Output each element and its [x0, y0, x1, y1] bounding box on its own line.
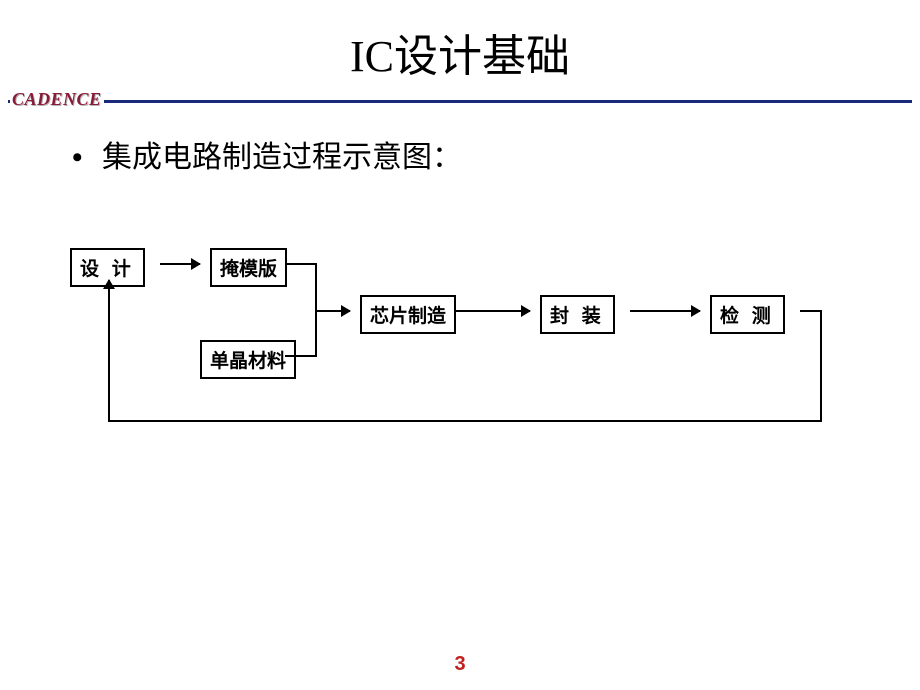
arrow-pack-test [630, 310, 700, 312]
line-material-out [285, 355, 317, 357]
title-divider [8, 100, 912, 103]
arrow-to-fabrication [315, 310, 350, 312]
node-testing: 检 测 [710, 295, 785, 334]
feedback-down [820, 311, 822, 421]
process-diagram: 设 计 掩模版 单晶材料 芯片制造 封 装 检 测 [60, 245, 860, 445]
feedback-right-out [800, 310, 822, 312]
bullet-line: • 集成电路制造过程示意图： [72, 132, 462, 176]
node-mask: 掩模版 [210, 248, 287, 287]
node-packaging: 封 装 [540, 295, 615, 334]
slide-title: IC设计基础 [0, 20, 920, 84]
line-mask-out [285, 263, 317, 265]
arrow-fab-pack [455, 310, 530, 312]
arrow-design-mask [160, 263, 200, 265]
bullet-dot-icon: • [72, 141, 83, 175]
node-fabrication: 芯片制造 [360, 295, 456, 334]
bullet-text: 集成电路制造过程示意图： [102, 141, 462, 174]
node-material: 单晶材料 [200, 340, 296, 379]
feedback-bottom [108, 420, 822, 422]
feedback-up [108, 280, 110, 421]
page-number: 3 [0, 653, 920, 676]
brand-watermark: CADENCE [10, 89, 104, 110]
line-mask-down [315, 263, 317, 311]
line-material-up [315, 311, 317, 355]
